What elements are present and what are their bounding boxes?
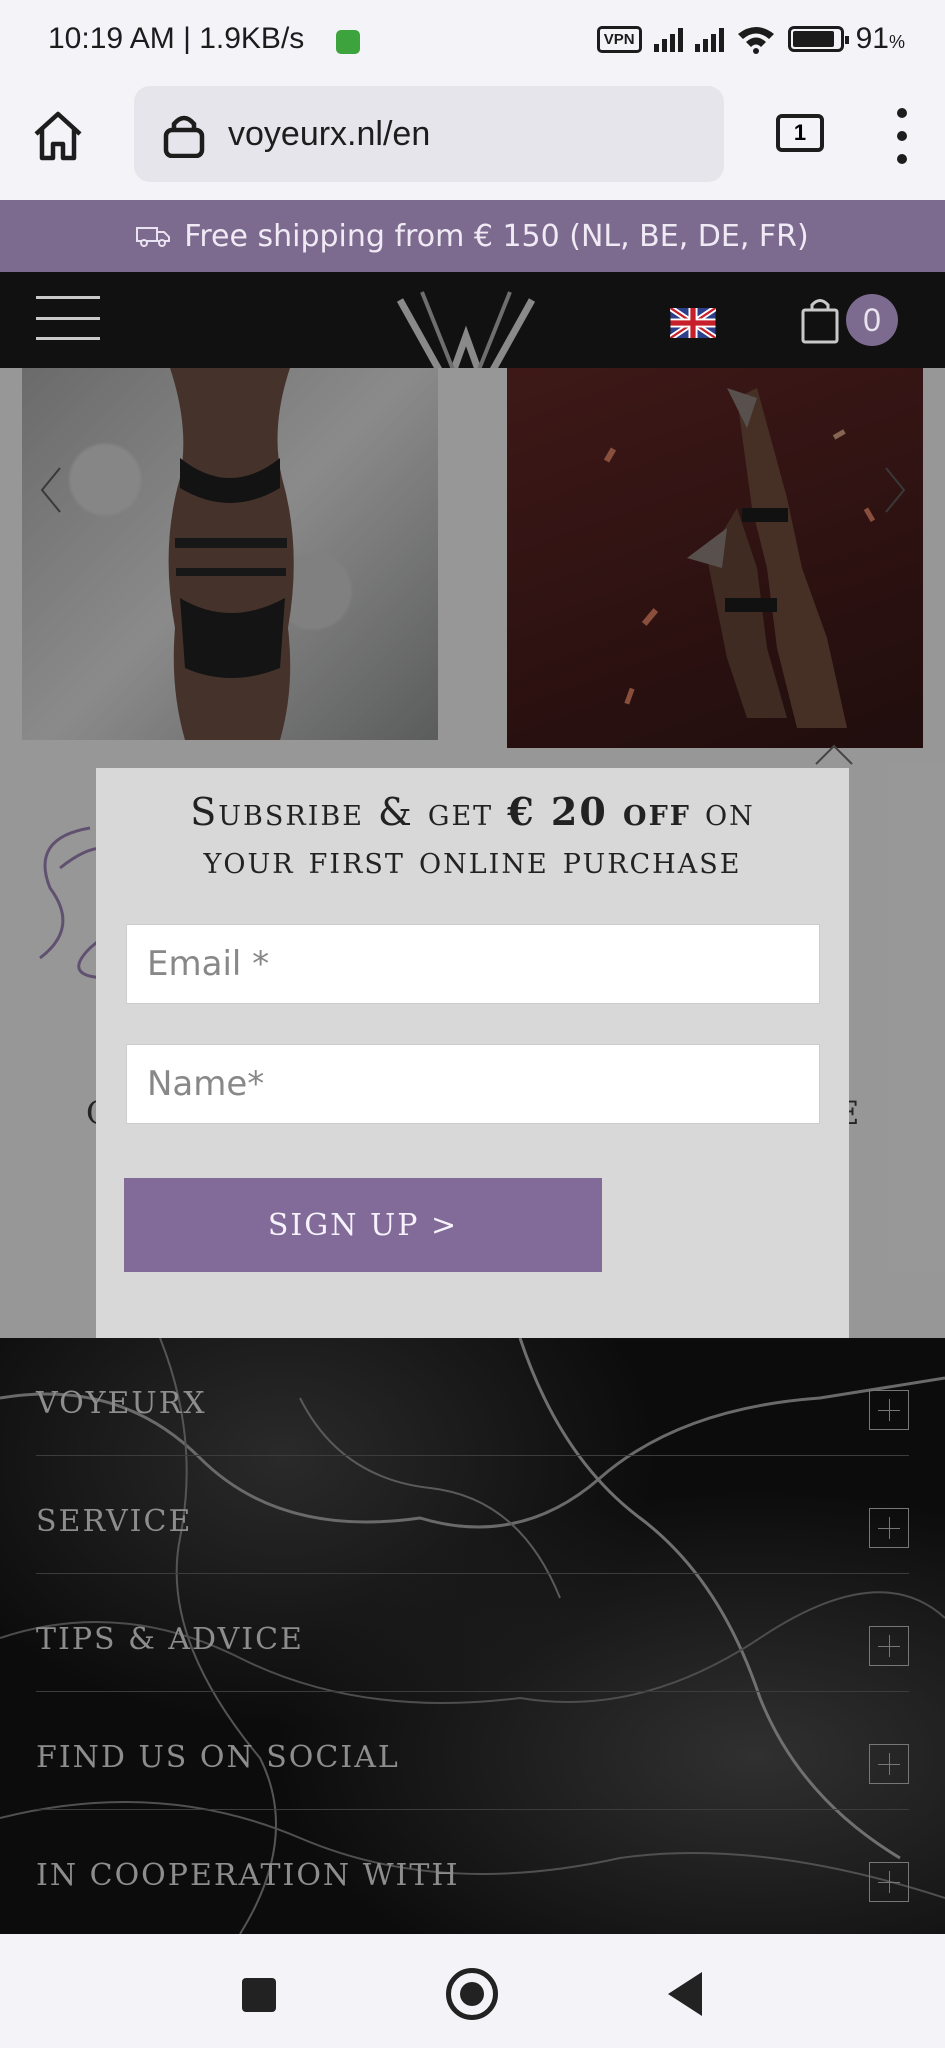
status-time: 10:19 AM | 1.9KB/s	[48, 22, 305, 55]
browser-toolbar: voyeurx.nl/en 1	[0, 84, 945, 200]
footer-section-label: VOYEURX	[36, 1386, 207, 1421]
email-field[interactable]	[126, 924, 820, 1004]
site-header: 0	[0, 272, 945, 392]
overflow-menu-icon[interactable]	[896, 108, 908, 164]
footer-section-voyeurx[interactable]: VOYEURX	[36, 1338, 909, 1456]
shipping-banner: Free shipping from € 150 (NL, BE, DE, FR…	[0, 200, 945, 272]
shopping-bag-icon[interactable]	[800, 296, 840, 344]
expand-plus-icon[interactable]	[869, 1744, 909, 1784]
expand-plus-icon[interactable]	[869, 1862, 909, 1902]
home-icon[interactable]	[30, 108, 86, 164]
shipping-text: Free shipping from € 150 (NL, BE, DE, FR…	[184, 218, 809, 254]
system-navigation-bar	[0, 1934, 945, 2048]
wifi-icon	[737, 27, 774, 54]
footer-section-cooperation[interactable]: IN COOPERATION WITH	[36, 1810, 909, 1928]
uk-flag-icon[interactable]	[670, 308, 716, 338]
address-bar[interactable]: voyeurx.nl/en	[134, 86, 724, 182]
modal-title: Subsribe & get € 20 off on your first on…	[96, 788, 849, 884]
footer-section-label: SERVICE	[36, 1504, 193, 1539]
sync-icon	[336, 30, 360, 54]
footer-section-label: IN COOPERATION WITH	[36, 1858, 460, 1893]
name-field[interactable]	[126, 1044, 820, 1124]
signal-icon	[653, 26, 683, 52]
sign-up-button[interactable]: SIGN UP >	[124, 1178, 602, 1272]
newsletter-modal: Subsribe & get € 20 off on your first on…	[96, 768, 849, 1366]
modal-title-line-1: Subsribe & get € 20 off on	[190, 789, 755, 834]
tab-switcher-button[interactable]: 1	[776, 114, 824, 152]
back-triangle-icon[interactable]	[668, 1972, 702, 2016]
url-text: voyeurx.nl/en	[228, 114, 431, 153]
footer-section-service[interactable]: SERVICE	[36, 1456, 909, 1574]
modal-title-line-2: your first online purchase	[203, 838, 742, 882]
truck-icon	[136, 227, 171, 247]
lock-icon	[163, 115, 205, 158]
vpn-icon: VPN	[596, 25, 642, 53]
footer-section-label: FIND US ON SOCIAL	[36, 1740, 400, 1775]
recent-apps-icon[interactable]	[242, 1978, 276, 2012]
footer: VOYEURX SERVICE TIPS & ADVICE FIND US ON…	[0, 1338, 945, 1934]
battery-percent: 91%	[855, 22, 905, 55]
cart-count-badge[interactable]: 0	[846, 294, 898, 346]
hamburger-menu-icon[interactable]	[36, 296, 100, 340]
expand-plus-icon[interactable]	[869, 1390, 909, 1430]
footer-section-label: TIPS & ADVICE	[36, 1622, 304, 1657]
expand-plus-icon[interactable]	[869, 1508, 909, 1548]
home-circle-icon[interactable]	[446, 1968, 498, 2020]
status-bar: 10:19 AM | 1.9KB/s VPN 91%	[0, 0, 945, 84]
expand-plus-icon[interactable]	[869, 1626, 909, 1666]
footer-section-social[interactable]: FIND US ON SOCIAL	[36, 1692, 909, 1810]
battery-icon	[787, 26, 849, 52]
signal-icon-2	[694, 26, 724, 52]
footer-section-tips-advice[interactable]: TIPS & ADVICE	[36, 1574, 909, 1692]
close-icon[interactable]	[812, 724, 856, 768]
